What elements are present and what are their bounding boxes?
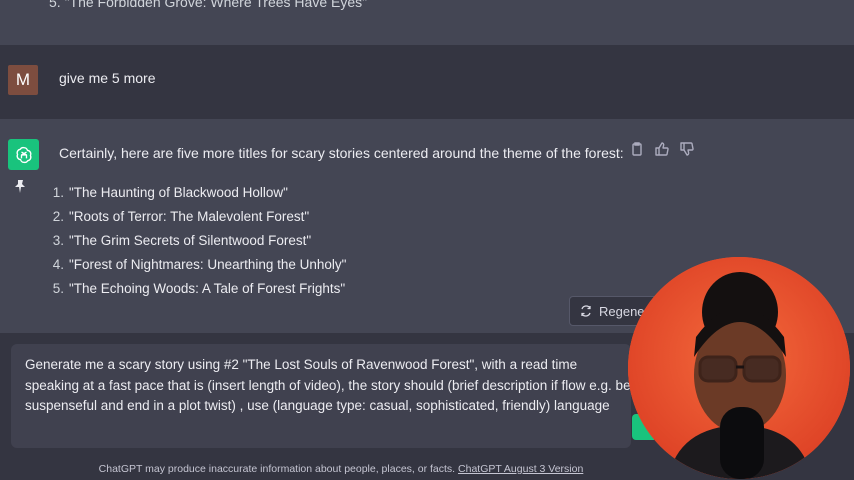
story-title-list: 1. "The Haunting of Blackwood Hollow" 2. "… bbox=[45, 181, 347, 301]
user-message-text: give me 5 more bbox=[59, 70, 156, 86]
copy-icon[interactable] bbox=[629, 141, 645, 157]
list-item: 2. "Roots of Terror: The Malevolent Fores… bbox=[52, 209, 310, 224]
user-message: M give me 5 more bbox=[0, 45, 854, 120]
pin-icon[interactable] bbox=[13, 179, 27, 195]
thumbs-up-icon[interactable] bbox=[654, 141, 670, 157]
version-link[interactable]: ChatGPT August 3 Version bbox=[458, 463, 583, 475]
refresh-icon bbox=[581, 305, 591, 317]
previous-assistant-message: 5. "The Forbidden Grove: Where Trees Hav… bbox=[0, 0, 854, 46]
thumbs-down-icon[interactable] bbox=[679, 141, 695, 157]
list-item: 5. "The Echoing Woods: A Tale of Forest F… bbox=[52, 281, 346, 296]
footer-disclaimer: ChatGPT may produce inaccurate informati… bbox=[0, 463, 682, 475]
presenter-video bbox=[628, 257, 850, 479]
assistant-intro-text: Certainly, here are five more titles for… bbox=[59, 145, 624, 161]
prompt-textarea[interactable]: Generate me a scary story using #2 "The … bbox=[11, 344, 631, 448]
previous-list-item: 5. "The Forbidden Grove: Where Trees Hav… bbox=[49, 0, 367, 10]
list-item: 4. "Forest of Nightmares: Unearthing the … bbox=[52, 257, 347, 272]
list-item: 1. "The Haunting of Blackwood Hollow" bbox=[52, 185, 288, 200]
footer-text: ChatGPT may produce inaccurate informati… bbox=[98, 463, 456, 475]
prompt-text[interactable]: Generate me a scary story using #2 "The … bbox=[25, 355, 631, 417]
chatgpt-logo-icon bbox=[8, 139, 39, 170]
previous-item-text: "The Forbidden Grove: Where Trees Have E… bbox=[64, 0, 368, 10]
user-avatar: M bbox=[8, 65, 38, 95]
previous-item-number: 5. bbox=[49, 0, 61, 10]
message-actions bbox=[629, 141, 695, 157]
webcam-overlay bbox=[628, 257, 850, 479]
list-item: 3. "The Grim Secrets of Silentwood Forest… bbox=[52, 233, 312, 248]
